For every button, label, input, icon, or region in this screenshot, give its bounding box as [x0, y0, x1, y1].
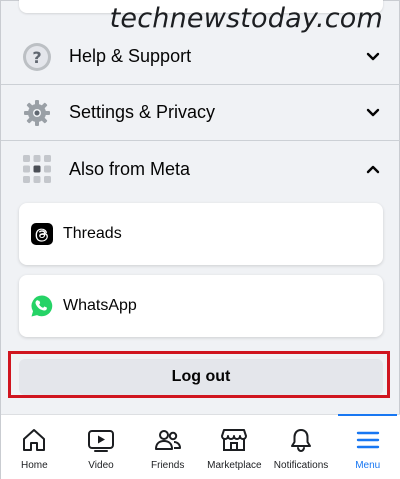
svg-text:?: ? — [32, 48, 41, 67]
bottom-tab-bar: Home Video Friends Marketplace Notificat… — [1, 414, 400, 479]
gear-icon — [21, 97, 53, 129]
settings-privacy-label: Settings & Privacy — [69, 102, 216, 122]
tab-friends[interactable]: Friends — [134, 415, 201, 479]
tab-video-label: Video — [88, 460, 114, 471]
tab-notifications-label: Notifications — [273, 460, 329, 471]
settings-privacy-row[interactable]: Settings & Privacy — [1, 85, 400, 141]
tab-marketplace-label: Marketplace — [207, 460, 262, 471]
tab-home-label: Home — [20, 460, 48, 471]
logout-button[interactable]: Log out — [19, 359, 383, 395]
tab-video[interactable]: Video — [68, 415, 135, 479]
friends-icon — [153, 425, 183, 455]
threads-icon — [29, 221, 55, 247]
also-from-meta-label: Also from Meta — [69, 158, 191, 179]
threads-label: Threads — [63, 225, 122, 242]
whatsapp-card[interactable]: WhatsApp — [19, 275, 383, 337]
menu-icon — [353, 425, 383, 455]
chevron-down-icon[interactable] — [353, 52, 393, 62]
tab-menu[interactable]: Menu — [334, 414, 400, 479]
threads-card[interactable]: Threads — [19, 203, 383, 265]
help-support-row[interactable]: ? Help & Support — [1, 29, 400, 85]
help-support-label: Help & Support — [69, 46, 192, 66]
also-from-meta-row[interactable]: Also from Meta — [1, 141, 400, 197]
whatsapp-icon — [29, 293, 55, 319]
marketplace-icon — [219, 425, 249, 455]
home-icon — [19, 425, 49, 455]
question-icon: ? — [21, 41, 53, 73]
tab-notifications[interactable]: Notifications — [268, 415, 335, 479]
bell-icon — [286, 425, 316, 455]
tab-friends-label: Friends — [151, 460, 185, 471]
chevron-down-icon[interactable] — [353, 108, 393, 118]
whatsapp-label: WhatsApp — [63, 297, 137, 314]
video-icon — [86, 425, 116, 455]
tab-marketplace[interactable]: Marketplace — [201, 415, 268, 479]
chevron-up-icon[interactable] — [353, 164, 393, 174]
tab-menu-label: Menu — [355, 460, 381, 471]
tab-home[interactable]: Home — [1, 415, 68, 479]
grid-icon — [21, 153, 53, 185]
